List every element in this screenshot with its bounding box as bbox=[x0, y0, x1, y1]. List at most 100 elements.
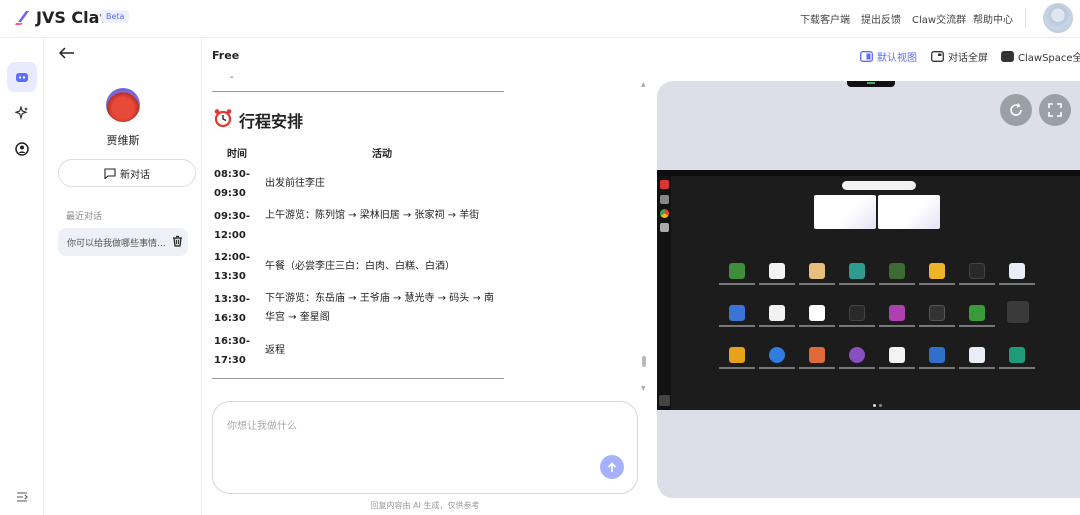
show-apps-button[interactable] bbox=[659, 395, 670, 406]
app-icon[interactable] bbox=[929, 263, 945, 279]
app-icon[interactable] bbox=[660, 195, 669, 204]
app-icon[interactable] bbox=[849, 347, 865, 363]
table-cell-activity: 下午游览：东岳庙 → 王爷庙 → 慧光寺 → 码头 → 南华宫 → 奎星阁 bbox=[265, 293, 494, 323]
table-cell-activity: 上午游览：陈列馆 → 梁林旧居 → 张家祠 → 羊街 bbox=[265, 210, 480, 221]
app-icon[interactable] bbox=[1009, 347, 1025, 363]
browser-icon[interactable] bbox=[660, 209, 669, 218]
recent-chat-item[interactable]: 你可以给我做哪些事情... bbox=[58, 228, 188, 256]
rail-sparkle-button[interactable] bbox=[7, 98, 37, 128]
split-view-icon bbox=[860, 51, 873, 62]
app-icon[interactable] bbox=[729, 263, 745, 279]
app-label bbox=[839, 367, 875, 369]
app-icon[interactable] bbox=[889, 347, 905, 363]
send-button[interactable] bbox=[600, 455, 624, 479]
ai-disclaimer: 回复内容由 AI 生成，仅供参考 bbox=[370, 501, 480, 510]
app-label bbox=[759, 325, 795, 327]
app-icon[interactable] bbox=[849, 305, 865, 321]
recent-chat-title: 你可以给我做哪些事情... bbox=[67, 238, 166, 249]
user-circle-icon bbox=[15, 142, 29, 156]
remote-desktop-screen[interactable] bbox=[657, 170, 1080, 410]
app-label bbox=[879, 325, 915, 327]
app-folder-icon[interactable] bbox=[1007, 301, 1029, 323]
app-label bbox=[879, 367, 915, 369]
rail-chat-button[interactable] bbox=[7, 62, 37, 92]
app-icon[interactable] bbox=[660, 223, 669, 232]
app-label bbox=[839, 325, 875, 327]
app-label bbox=[719, 367, 755, 369]
app-icon[interactable] bbox=[929, 347, 945, 363]
app-label bbox=[719, 283, 755, 285]
app-icon[interactable] bbox=[729, 347, 745, 363]
app-label bbox=[919, 283, 955, 285]
sparkle-icon bbox=[15, 106, 28, 120]
table-cell-activity: 出发前往李庄 bbox=[265, 178, 325, 189]
trash-icon[interactable] bbox=[172, 235, 183, 247]
table-header-activity: 活动 bbox=[372, 149, 392, 160]
default-view-toggle[interactable]: 默认视图 bbox=[860, 49, 917, 64]
help-app-icon[interactable] bbox=[769, 347, 785, 363]
feedback-link[interactable]: 提出反馈 bbox=[861, 11, 901, 26]
app-label bbox=[959, 367, 995, 369]
window-thumbnail[interactable] bbox=[878, 195, 940, 229]
expand-icon bbox=[1048, 103, 1062, 117]
app-icon[interactable] bbox=[809, 263, 825, 279]
table-cell-time: 13:30-16:30 bbox=[214, 294, 250, 324]
app-icon[interactable] bbox=[1009, 263, 1025, 279]
agent-avatar bbox=[106, 88, 140, 122]
app-icon[interactable] bbox=[769, 263, 785, 279]
app-label bbox=[959, 283, 995, 285]
scroll-down-arrow[interactable]: ▼ bbox=[641, 385, 646, 392]
app-icon[interactable] bbox=[849, 263, 865, 279]
table-cell-time: 12:00-13:30 bbox=[214, 252, 250, 282]
app-icon[interactable] bbox=[969, 305, 985, 321]
list-dash: - bbox=[230, 72, 234, 83]
default-view-label: 默认视图 bbox=[877, 53, 917, 64]
app-icon[interactable] bbox=[969, 263, 985, 279]
scrollbar-thumb[interactable] bbox=[642, 356, 646, 367]
beta-badge: Beta bbox=[101, 10, 130, 23]
app-icon[interactable] bbox=[969, 347, 985, 363]
page-indicator-dot[interactable] bbox=[873, 404, 876, 407]
app-icon[interactable] bbox=[809, 305, 825, 321]
app-label bbox=[839, 283, 875, 285]
chat-fullscreen-toggle[interactable]: 对话全屏 bbox=[931, 49, 988, 64]
refresh-button[interactable] bbox=[1000, 94, 1032, 126]
app-label bbox=[759, 367, 795, 369]
page-indicator-dot[interactable] bbox=[879, 404, 882, 407]
app-icon[interactable] bbox=[889, 305, 905, 321]
new-chat-button[interactable]: 新对话 bbox=[58, 159, 196, 187]
arrow-up-icon bbox=[607, 461, 617, 472]
arrow-left-icon[interactable] bbox=[58, 46, 76, 60]
app-icon[interactable] bbox=[660, 180, 669, 189]
message-input[interactable] bbox=[227, 416, 607, 436]
top-bar: JVS Claw Beta 下载客户端 提出反馈 Claw交流群 帮助中心 bbox=[0, 0, 1080, 38]
fullscreen-button[interactable] bbox=[1039, 94, 1071, 126]
app-label bbox=[799, 283, 835, 285]
status-led bbox=[867, 82, 875, 84]
download-client-link[interactable]: 下载客户端 bbox=[800, 11, 850, 26]
help-center-link[interactable]: 帮助中心 bbox=[973, 11, 1013, 26]
app-label bbox=[799, 367, 835, 369]
new-chat-label: 新对话 bbox=[120, 169, 150, 181]
app-icon[interactable] bbox=[729, 305, 745, 321]
app-label bbox=[799, 325, 835, 327]
table-cell-time: 09:30-12:00 bbox=[214, 211, 250, 241]
clawspace-fullscreen-toggle[interactable]: ClawSpace全屏 bbox=[1001, 49, 1080, 64]
window-thumbnail[interactable] bbox=[814, 195, 876, 229]
app-icon[interactable] bbox=[889, 263, 905, 279]
rail-collapse-button[interactable] bbox=[7, 482, 37, 512]
app-label bbox=[919, 325, 955, 327]
divider bbox=[212, 378, 504, 379]
app-icon[interactable] bbox=[929, 305, 945, 321]
app-icon[interactable] bbox=[809, 347, 825, 363]
scroll-up-arrow[interactable]: ▲ bbox=[641, 81, 646, 88]
user-avatar[interactable] bbox=[1043, 3, 1073, 33]
table-cell-activity: 午餐（必尝李庄三白：白肉、白糕、白酒） bbox=[265, 261, 455, 272]
chat-title: Free bbox=[212, 49, 240, 62]
table-cell-activity: 返程 bbox=[265, 345, 285, 356]
rail-profile-button[interactable] bbox=[7, 134, 37, 164]
desktop-search[interactable] bbox=[842, 181, 916, 190]
app-icon[interactable] bbox=[769, 305, 785, 321]
community-link[interactable]: Claw交流群 bbox=[912, 11, 966, 26]
app-label bbox=[999, 283, 1035, 285]
